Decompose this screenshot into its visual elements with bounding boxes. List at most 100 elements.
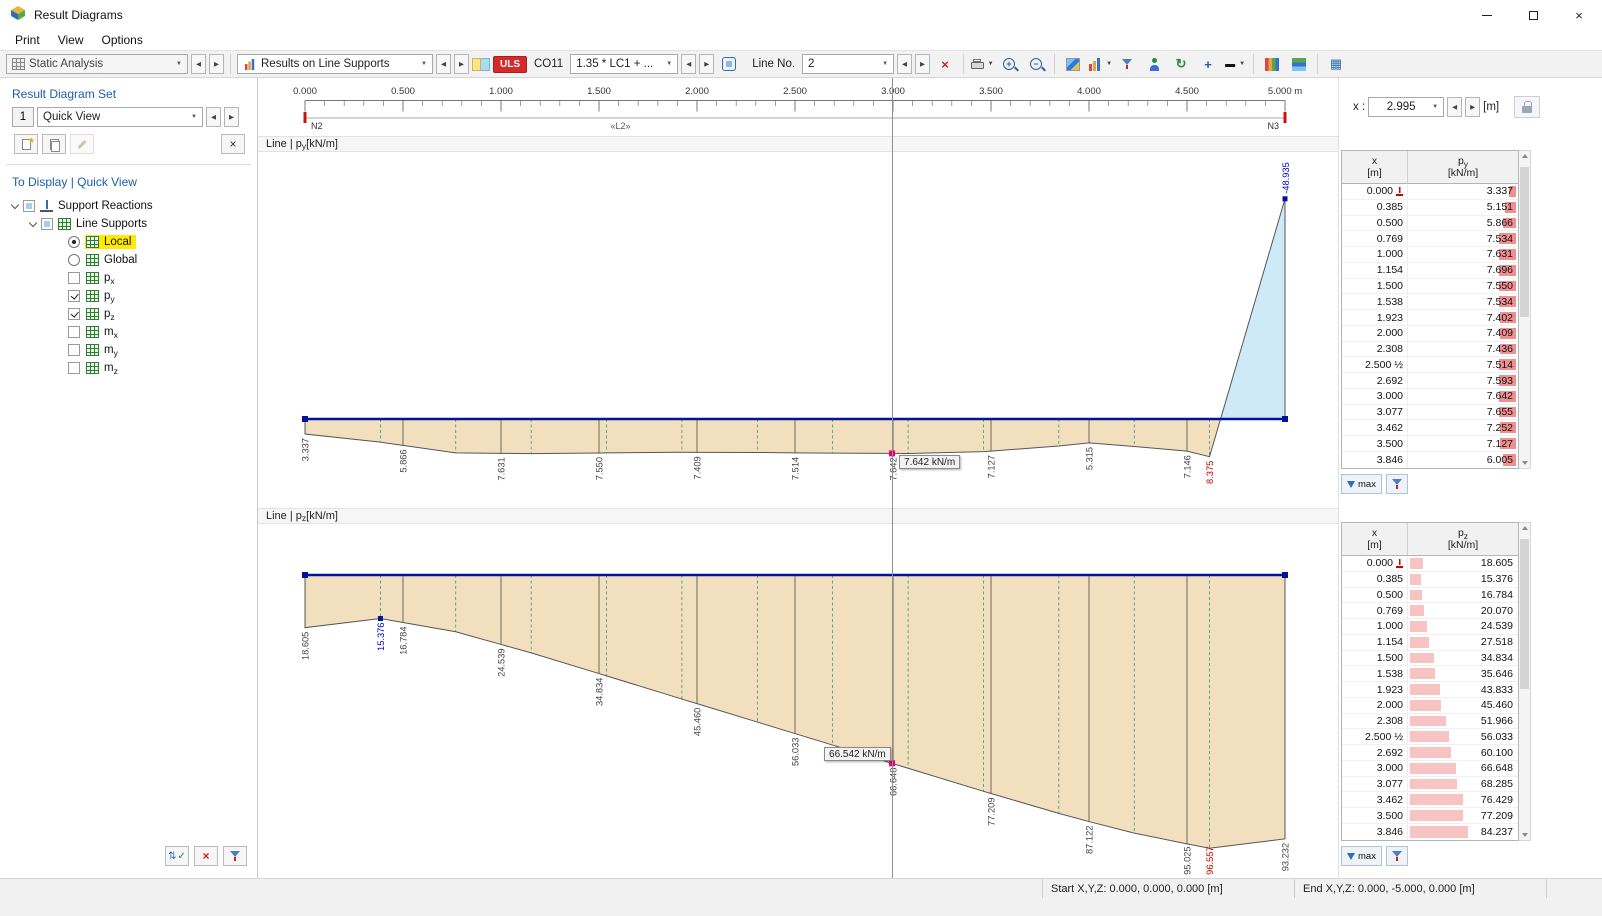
tree-item-mz[interactable]: mz <box>0 359 257 377</box>
zoom-out-button[interactable]: − <box>1024 53 1048 75</box>
table-row[interactable]: 1.00024.539 <box>1342 619 1518 635</box>
prev-line-button[interactable]: ◀ <box>897 54 912 74</box>
checkbox-pz[interactable] <box>68 308 80 320</box>
filter-results-button[interactable] <box>1115 53 1139 75</box>
edit-set-button[interactable] <box>70 134 94 154</box>
filter-values-button[interactable] <box>1386 474 1408 494</box>
radio-global[interactable] <box>68 254 80 266</box>
next-analysis-button[interactable]: ▶ <box>209 54 224 74</box>
sort-check-button[interactable]: ⇅✓ <box>165 846 189 866</box>
table-row[interactable]: 0.50016.784 <box>1342 588 1518 604</box>
table-scrollbar[interactable] <box>1519 522 1531 841</box>
next-set-button[interactable]: ▶ <box>224 107 239 127</box>
control-panel-button[interactable]: ▦ <box>1324 53 1348 75</box>
table-row[interactable]: 1.15427.518 <box>1342 635 1518 651</box>
zoom-in-button[interactable]: + <box>997 53 1021 75</box>
table-row[interactable]: 2.500 ½56.033 <box>1342 729 1518 745</box>
scrollbar-thumb[interactable] <box>1520 539 1529 689</box>
minimize-button[interactable] <box>1464 0 1510 30</box>
table-row[interactable]: 3.4627.252 <box>1342 420 1518 436</box>
pz-diagram[interactable]: 18.60515.37616.78424.53934.83445.46056.0… <box>258 524 1338 878</box>
chart-values-button[interactable]: ▼ <box>1088 53 1112 75</box>
line-no-combobox[interactable]: 2▼ <box>802 54 894 74</box>
table-row[interactable]: 0.00018.605 <box>1342 556 1518 572</box>
table-row[interactable]: 0.5005.866 <box>1342 216 1518 232</box>
table-row[interactable]: 0.0003.337 <box>1342 184 1518 200</box>
display-properties-button[interactable] <box>1260 53 1284 75</box>
x-increment-button[interactable]: ▶ <box>1465 97 1480 117</box>
table-row[interactable]: 2.6927.593 <box>1342 373 1518 389</box>
checkbox-my[interactable] <box>68 344 80 356</box>
new-set-button[interactable]: ★ <box>14 134 38 154</box>
refresh-button[interactable]: ↻ <box>1169 53 1193 75</box>
tree-item-pz[interactable]: pz <box>0 305 257 323</box>
table-row[interactable]: 2.00045.460 <box>1342 698 1518 714</box>
diagram-display-button[interactable] <box>1061 53 1085 75</box>
results-type-combobox[interactable]: Results on Line Supports▼ <box>237 54 433 74</box>
table-row[interactable]: 3.5007.127 <box>1342 436 1518 452</box>
table-row[interactable]: 3.46276.429 <box>1342 792 1518 808</box>
position-ruler[interactable]: 0.0000.5001.0001.5002.0002.5003.0003.500… <box>258 78 1338 136</box>
table-scrollbar[interactable] <box>1519 150 1531 469</box>
close-button[interactable]: × <box>1556 0 1602 30</box>
tree-item-local[interactable]: Local <box>0 233 257 251</box>
prev-set-button[interactable]: ◀ <box>206 107 221 127</box>
menu-view[interactable]: View <box>49 32 93 48</box>
table-row[interactable]: 3.00066.648 <box>1342 761 1518 777</box>
next-combination-button[interactable]: ▶ <box>699 54 714 74</box>
table-row[interactable]: 3.0007.642 <box>1342 389 1518 405</box>
line-style-button[interactable]: ▬▼ <box>1223 53 1247 75</box>
lock-button[interactable] <box>1514 96 1540 118</box>
remove-line-button[interactable]: × <box>933 53 957 75</box>
table-row[interactable]: 3.0777.655 <box>1342 405 1518 421</box>
table-row[interactable]: 3.84684.237 <box>1342 824 1518 840</box>
prev-combination-button[interactable]: ◀ <box>681 54 696 74</box>
scrollbar-thumb[interactable] <box>1520 167 1529 317</box>
support-reactions-checkbox[interactable] <box>23 200 35 212</box>
result-cursor-line[interactable] <box>892 78 893 878</box>
x-coordinate-combobox[interactable]: 2.995▼ <box>1368 97 1444 117</box>
tree-item-label[interactable]: px <box>104 272 115 284</box>
table-row[interactable]: 3.50077.209 <box>1342 808 1518 824</box>
table-row[interactable]: 1.53835.646 <box>1342 666 1518 682</box>
table-row[interactable]: 0.7697.534 <box>1342 231 1518 247</box>
prev-analysis-button[interactable]: ◀ <box>191 54 206 74</box>
print-button[interactable]: ▼ <box>970 53 994 75</box>
line-supports-checkbox[interactable] <box>41 218 53 230</box>
x-decrement-button[interactable]: ◀ <box>1447 97 1462 117</box>
collapse-icon[interactable] <box>29 218 37 226</box>
color-scale-button[interactable] <box>1287 53 1311 75</box>
tree-item-label[interactable]: Global <box>104 254 137 266</box>
tree-item-support-reactions[interactable]: Support Reactions <box>0 197 257 215</box>
table-row[interactable]: 0.3855.151 <box>1342 200 1518 216</box>
table-row[interactable]: 1.5387.534 <box>1342 294 1518 310</box>
cursor-link-button[interactable] <box>717 53 741 75</box>
table-row[interactable]: 2.30851.966 <box>1342 714 1518 730</box>
checkbox-mz[interactable] <box>68 362 80 374</box>
checkbox-py[interactable] <box>68 290 80 302</box>
radio-local[interactable] <box>68 236 80 248</box>
collapse-icon[interactable] <box>11 200 19 208</box>
next-line-button[interactable]: ▶ <box>915 54 930 74</box>
menu-print[interactable]: Print <box>6 32 49 48</box>
tree-item-label[interactable]: pz <box>104 308 115 320</box>
table-row[interactable]: 2.0007.409 <box>1342 326 1518 342</box>
table-row[interactable]: 1.1547.696 <box>1342 263 1518 279</box>
tree-item-line-supports[interactable]: Line Supports <box>0 215 257 233</box>
prev-results-button[interactable]: ◀ <box>436 54 451 74</box>
checkbox-px[interactable] <box>68 272 80 284</box>
tree-item-my[interactable]: my <box>0 341 257 359</box>
tree-item-px[interactable]: px <box>0 269 257 287</box>
show-max-button[interactable]: max <box>1341 846 1382 866</box>
table-row[interactable]: 2.3087.436 <box>1342 342 1518 358</box>
tree-item-label[interactable]: mz <box>104 362 118 374</box>
tree-item-py[interactable]: py <box>0 287 257 305</box>
tree-item-label[interactable]: my <box>104 344 118 356</box>
filter-values-button[interactable] <box>1386 846 1408 866</box>
tree-item-mx[interactable]: mx <box>0 323 257 341</box>
table-row[interactable]: 1.50034.834 <box>1342 651 1518 667</box>
show-max-button[interactable]: max <box>1341 474 1382 494</box>
clear-selection-button[interactable]: × <box>194 846 218 866</box>
table-row[interactable]: 1.9237.402 <box>1342 310 1518 326</box>
tree-item-label[interactable]: py <box>104 290 115 302</box>
